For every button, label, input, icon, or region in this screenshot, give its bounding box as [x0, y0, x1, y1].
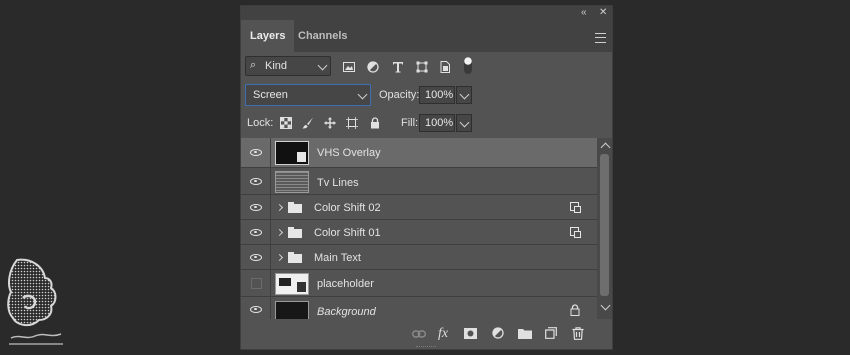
kind-filter-dropdown[interactable]: ⌕ Kind [245, 56, 331, 76]
layer-row-placeholder[interactable]: placeholder [241, 270, 597, 297]
smart-object-badge-icon [297, 282, 306, 292]
opacity-dropdown-button[interactable] [456, 86, 472, 104]
close-icon[interactable]: ✕ [599, 6, 607, 20]
delete-layer-icon[interactable] [572, 327, 584, 340]
panel-resize-grip[interactable] [416, 346, 436, 349]
layer-name[interactable]: Background [317, 306, 376, 318]
scrollbar-thumb[interactable] [600, 154, 609, 296]
opacity-field[interactable]: 100% [419, 86, 455, 104]
opacity-label: Opacity: [379, 89, 420, 101]
layer-name[interactable]: placeholder [317, 278, 374, 290]
chevron-down-icon [357, 89, 368, 100]
eye-icon[interactable] [250, 229, 262, 236]
collapse-icon[interactable]: « [581, 6, 587, 20]
image-filter-icon[interactable] [343, 61, 355, 73]
new-layer-icon[interactable] [545, 327, 557, 339]
eye-icon[interactable] [250, 149, 262, 156]
clipping-mask-icon [570, 227, 581, 238]
tab-layers[interactable]: Layers [241, 20, 295, 52]
lock-position-icon[interactable] [324, 117, 336, 129]
chevron-down-icon [459, 117, 470, 128]
chevron-down-icon [459, 89, 470, 100]
lock-transparent-icon[interactable] [280, 117, 292, 129]
layer-row-color-shift-02[interactable]: Color Shift 02 [241, 195, 597, 220]
link-layers-icon[interactable] [412, 329, 426, 339]
chevron-down-icon [317, 60, 328, 71]
layer-thumbnail[interactable] [275, 171, 309, 193]
visibility-cell [241, 220, 271, 244]
layer-name[interactable]: VHS Overlay [317, 147, 381, 159]
layer-row-background[interactable]: Background [241, 297, 597, 320]
eye-icon[interactable] [250, 204, 262, 211]
visibility-cell [241, 270, 271, 296]
visibility-cell [241, 168, 271, 194]
layers-bottom-toolbar: fx [241, 319, 612, 349]
fill-value: 100% [425, 117, 454, 129]
chevron-right-icon[interactable] [275, 253, 284, 262]
thumbnail-mark [279, 278, 291, 286]
chevron-right-icon[interactable] [275, 203, 284, 212]
shape-filter-icon[interactable] [416, 61, 428, 73]
smart-object-filter-icon[interactable] [439, 61, 451, 73]
layer-name[interactable]: Main Text [314, 252, 361, 264]
new-adjustment-icon[interactable] [492, 327, 505, 340]
scroll-up-icon[interactable] [600, 142, 611, 153]
scroll-down-icon[interactable] [600, 300, 611, 311]
fx-icon[interactable]: fx [438, 327, 448, 341]
filter-toggle-icon[interactable] [463, 56, 473, 76]
smart-object-badge-icon [297, 152, 306, 162]
layer-thumbnail[interactable] [275, 141, 309, 165]
folder-icon [288, 227, 302, 238]
visibility-cell [241, 138, 271, 167]
lock-icon [570, 304, 580, 316]
lock-artboard-icon[interactable] [346, 117, 358, 129]
kind-filter-label: Kind [265, 60, 288, 72]
panel-title-strip: « ✕ [241, 6, 612, 20]
layer-row-color-shift-01[interactable]: Color Shift 01 [241, 220, 597, 245]
hamburger-menu-icon[interactable] [595, 33, 606, 43]
search-icon: ⌕ [250, 59, 257, 71]
tab-channels[interactable]: Channels [289, 20, 357, 52]
chevron-right-icon[interactable] [275, 228, 284, 237]
eye-icon[interactable] [250, 306, 262, 313]
layer-thumbnail[interactable] [275, 301, 309, 320]
layer-name[interactable]: Color Shift 02 [314, 202, 381, 214]
panel-tabs: Layers Channels [241, 20, 612, 52]
type-filter-icon[interactable] [392, 61, 404, 73]
new-group-icon[interactable] [518, 328, 532, 339]
adjustment-filter-icon[interactable] [367, 61, 379, 73]
layers-panel: « ✕ Layers Channels ⌕ Kind Screen Opacit… [240, 5, 613, 350]
folder-icon [288, 252, 302, 263]
fill-label: Fill: [401, 117, 419, 129]
opacity-value: 100% [425, 89, 454, 101]
lock-all-icon[interactable] [369, 117, 381, 129]
layers-scrollbar[interactable] [597, 138, 612, 320]
eye-icon[interactable] [250, 254, 262, 261]
eye-icon[interactable] [250, 178, 262, 185]
folder-icon [288, 202, 302, 213]
layers-list: VHS Overlay Tv Lines Color Shift 02 Colo… [241, 138, 597, 320]
blend-mode-dropdown[interactable]: Screen [245, 84, 371, 106]
watermark-logo [7, 258, 63, 345]
layer-name[interactable]: Color Shift 01 [314, 227, 381, 239]
layer-name[interactable]: Tv Lines [317, 177, 359, 189]
lock-image-icon[interactable] [302, 117, 314, 129]
blend-mode-value: Screen [253, 89, 288, 101]
visibility-cell [241, 195, 271, 219]
fill-dropdown-button[interactable] [456, 114, 472, 132]
visibility-cell [241, 245, 271, 269]
lock-label: Lock: [247, 117, 274, 129]
layer-row-vhs-overlay[interactable]: VHS Overlay [241, 138, 597, 168]
clipping-mask-icon [570, 202, 581, 213]
add-mask-icon[interactable] [464, 328, 477, 339]
visibility-off-checkbox[interactable] [251, 278, 262, 289]
fill-field[interactable]: 100% [419, 114, 455, 132]
layer-row-tv-lines[interactable]: Tv Lines [241, 168, 597, 195]
layer-thumbnail[interactable] [275, 273, 309, 295]
layer-row-main-text[interactable]: Main Text [241, 245, 597, 270]
visibility-cell [241, 297, 271, 320]
